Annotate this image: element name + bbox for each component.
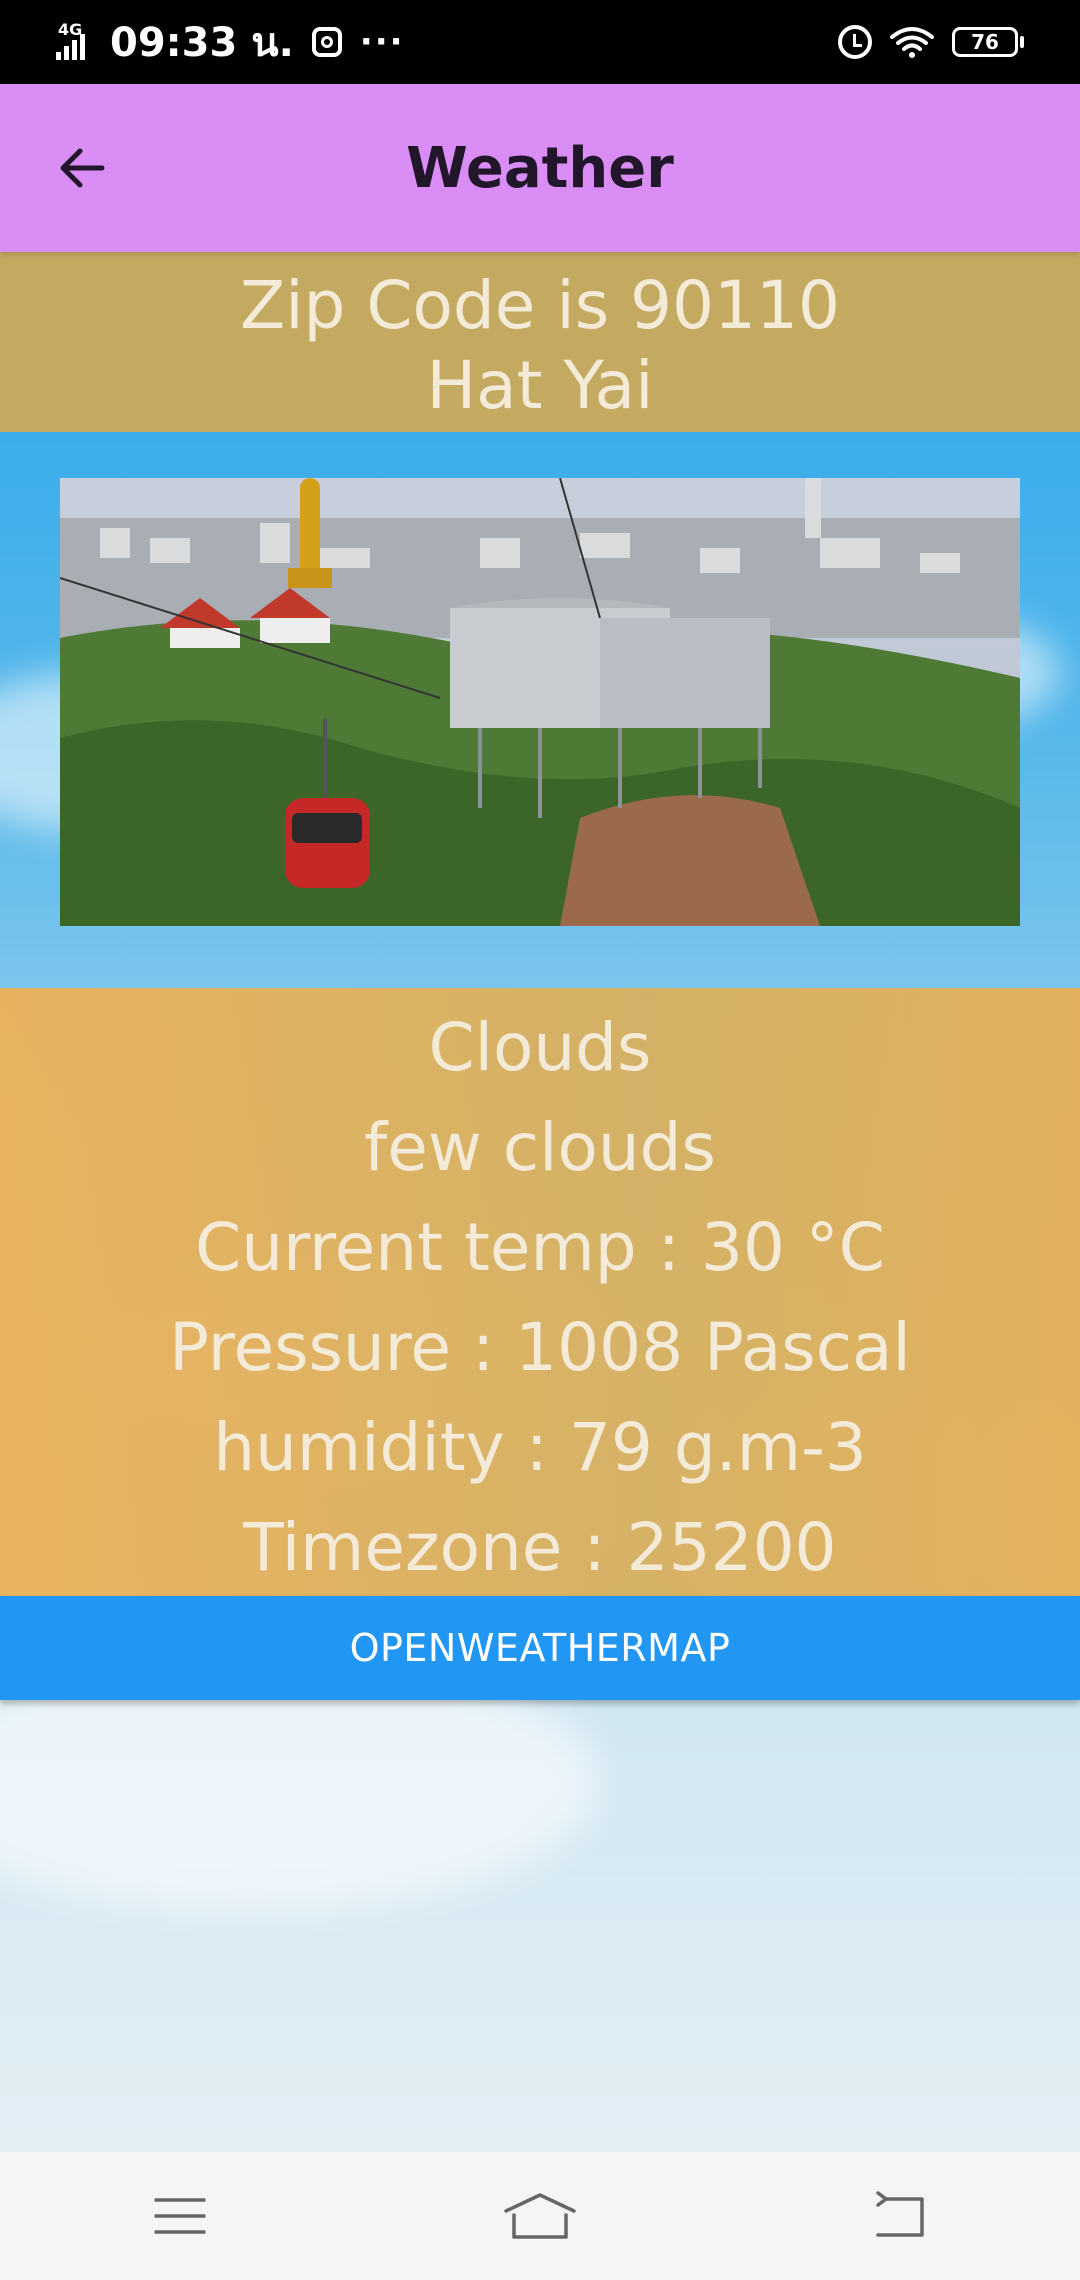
- city-name: Hat Yai: [426, 347, 654, 424]
- battery-level: 76: [952, 27, 1018, 57]
- status-time: 09:33 น.: [110, 20, 294, 66]
- back-button[interactable]: [40, 126, 124, 210]
- humidity: humidity : 79 g.m-3: [213, 1409, 867, 1486]
- battery-icon: 76: [952, 27, 1024, 57]
- home-button[interactable]: [480, 2166, 600, 2266]
- arrow-left-icon: [60, 148, 105, 188]
- navigation-bar: [0, 2152, 1080, 2280]
- page-title: Weather: [406, 135, 674, 201]
- location-panel: Zip Code is 90110 Hat Yai: [0, 252, 1080, 432]
- more-notifications-icon: ···: [359, 22, 405, 62]
- app-bar: Weather: [0, 84, 1080, 252]
- weather-description: few clouds: [364, 1109, 716, 1186]
- openweathermap-button[interactable]: OPENWEATHERMAP: [0, 1596, 1080, 1700]
- city-photo: [60, 478, 1020, 926]
- home-icon: [504, 2193, 576, 2239]
- wifi-icon: [890, 27, 934, 58]
- current-temp: Current temp : 30 °C: [195, 1209, 885, 1286]
- status-bar: 4G 09:33 น. ··· 76: [0, 0, 1080, 84]
- status-right: 76: [838, 25, 1024, 59]
- cellular-signal-icon: 4G: [56, 20, 100, 64]
- menu-icon: [154, 2198, 206, 2234]
- weather-panel: Clouds few clouds Current temp : 30 °C P…: [0, 988, 1080, 1596]
- back-nav-button[interactable]: [840, 2166, 960, 2266]
- weather-main: Clouds: [428, 1009, 652, 1086]
- pressure: Pressure : 1008 Pascal: [169, 1309, 911, 1386]
- return-icon: [876, 2191, 924, 2237]
- instagram-icon: [311, 27, 342, 57]
- timezone: Timezone : 25200: [243, 1509, 837, 1586]
- zip-code-text: Zip Code is 90110: [239, 267, 841, 344]
- menu-button[interactable]: [120, 2166, 240, 2266]
- status-left: 4G 09:33 น. ···: [56, 10, 405, 74]
- alarm-icon: [838, 25, 872, 59]
